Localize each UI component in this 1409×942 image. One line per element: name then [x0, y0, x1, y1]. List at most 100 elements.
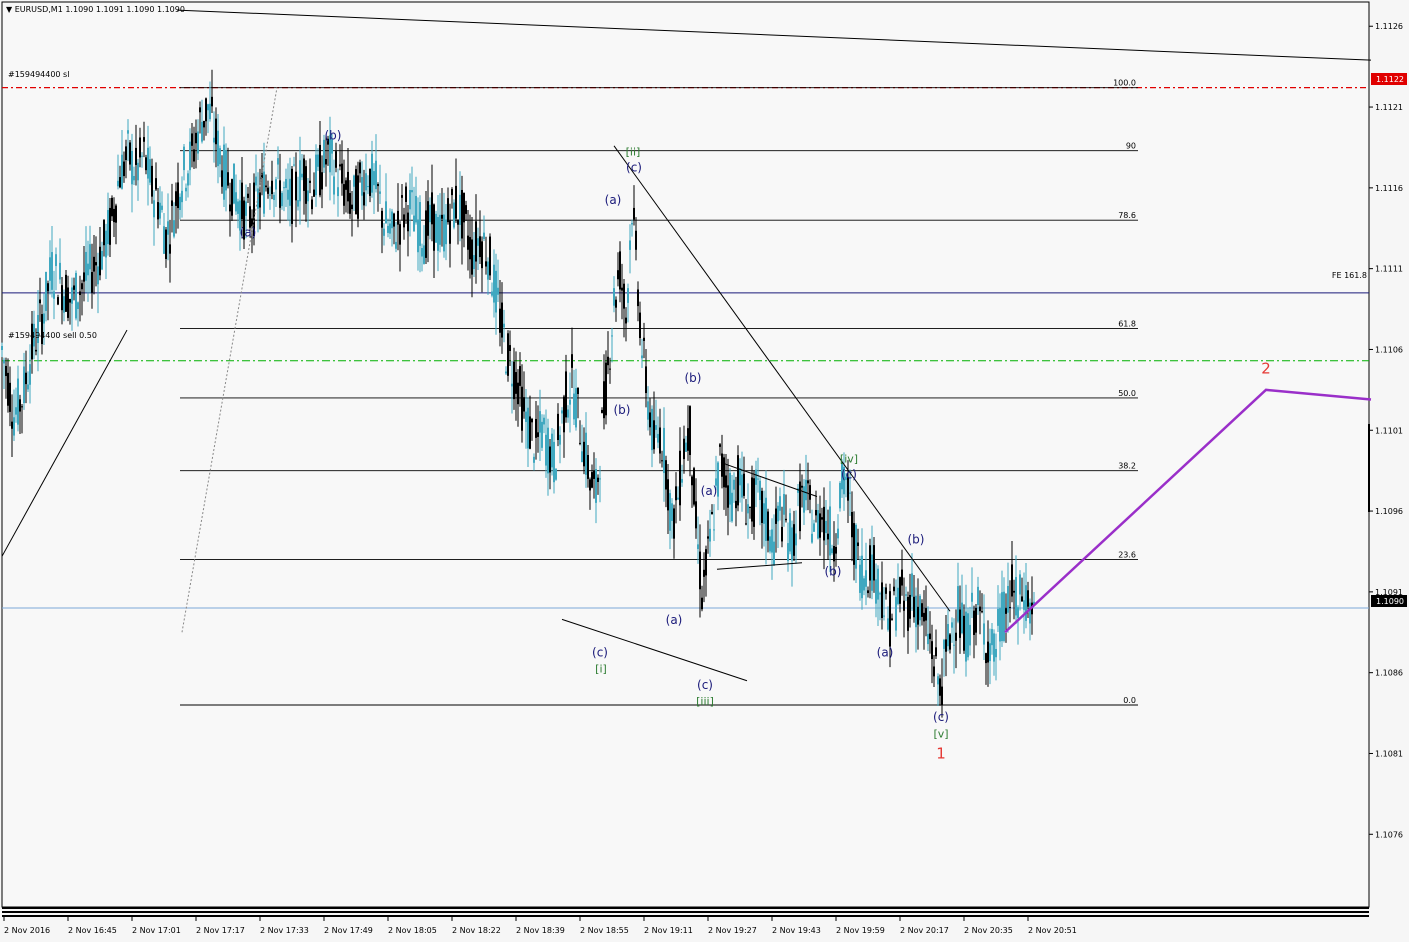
candle-body-127: [255, 176, 257, 186]
candle-body-386: [773, 541, 775, 566]
candle-body-369: [739, 468, 741, 486]
candle-body-225: [451, 189, 453, 196]
x-tick-label-16: 2 Nov 20:51: [1028, 926, 1077, 935]
candle-body-425: [851, 511, 853, 538]
candle-body-332: [665, 460, 667, 490]
candle-body-411: [823, 506, 825, 541]
candle-body-494: [989, 643, 991, 662]
candle-body-323: [647, 401, 649, 420]
candle-body-333: [667, 479, 669, 511]
fib-label-6: 23.6: [1118, 551, 1136, 560]
candle-body-426: [853, 523, 855, 565]
candle-body-84: [169, 244, 171, 254]
candle-body-258: [517, 382, 519, 405]
chart-root: 100.0 90 78.6 61.8 50.0 38.2 23.6 0.0 (b) (a) (c) (…: [0, 0, 1409, 942]
candle-body-197: [395, 241, 397, 249]
candle-body-351: [703, 569, 705, 577]
candle-body-330: [661, 460, 663, 462]
candle-body-223: [447, 198, 449, 223]
candle-body-365: [731, 492, 733, 522]
candle-body-0: [1, 346, 3, 350]
x-tick-label-4: 2 Nov 17:33: [260, 926, 309, 935]
candle-body-412: [825, 520, 827, 534]
candle-body-298: [597, 477, 599, 482]
candle-body-13: [27, 384, 29, 390]
candle-body-350: [701, 597, 703, 610]
candle-body-178: [357, 175, 359, 219]
candle-body-102: [205, 98, 207, 122]
wave-label-blue-9: (b): [908, 532, 925, 546]
candle-body-449: [899, 577, 901, 604]
price-chart[interactable]: 100.0 90 78.6 61.8 50.0 38.2 23.6 0.0 (b) (a) (c) (…: [0, 0, 1409, 942]
candle-body-41: [83, 272, 85, 282]
candle-body-43: [87, 263, 89, 276]
candle-body-175: [351, 204, 353, 210]
x-tick-label-3: 2 Nov 17:17: [196, 926, 245, 935]
candle-body-157: [315, 154, 317, 196]
candle-body-280: [561, 410, 563, 414]
candle-body-9: [19, 399, 21, 412]
candle-body-250: [501, 302, 503, 338]
candle-body-110: [221, 170, 223, 187]
candle-body-482: [965, 611, 967, 662]
candle-body-286: [573, 393, 575, 420]
candle-body-49: [99, 246, 101, 276]
candle-body-2: [5, 365, 7, 377]
candle-body-400: [801, 485, 803, 488]
candle-body-115: [231, 179, 233, 216]
candle-body-62: [125, 146, 127, 161]
candle-body-74: [149, 159, 151, 183]
candle-body-136: [273, 194, 275, 201]
candle-body-484: [969, 624, 971, 646]
plot-frame: [1, 1, 1370, 908]
candle-body-69: [139, 137, 141, 158]
candle-body-237: [475, 221, 477, 262]
candle-body-201: [403, 214, 405, 228]
candle-body-501: [1003, 591, 1005, 641]
candle-body-7: [15, 407, 17, 415]
candle-body-495: [991, 629, 993, 646]
candle-body-187: [375, 160, 377, 190]
candle-body-313: [627, 288, 629, 303]
wave-label-blue-4: (b): [685, 371, 702, 385]
candle-body-409: [819, 513, 821, 538]
candle-body-481: [963, 615, 965, 651]
candle-body-359: [719, 444, 721, 447]
candle-body-259: [519, 366, 521, 386]
candle-body-141: [283, 187, 285, 189]
x-tick-label-5: 2 Nov 17:49: [324, 926, 373, 935]
candle-body-39: [79, 291, 81, 295]
candle-body-320: [641, 355, 643, 359]
candle-body-264: [529, 416, 531, 449]
candle-body-451: [903, 600, 905, 611]
candle-body-304: [609, 368, 611, 370]
candle-body-239: [479, 236, 481, 258]
candle-body-1: [3, 359, 5, 364]
candle-body-195: [391, 211, 393, 229]
candle-body-145: [291, 168, 293, 224]
candle-body-106: [213, 137, 215, 143]
current-price-tag-text: 1.1090: [1376, 597, 1404, 606]
candle-body-460: [921, 603, 923, 617]
candle-body-85: [171, 200, 173, 206]
candle-body-240: [481, 241, 483, 269]
candle-body-150: [301, 173, 303, 178]
wave-label-blue-7: (c): [841, 468, 857, 482]
fib-label-5: 38.2: [1118, 462, 1136, 471]
candle-body-507: [1015, 577, 1017, 616]
candle-body-111: [223, 144, 225, 200]
dropdown-triangle-icon[interactable]: ▼: [6, 5, 13, 14]
wave-label-green-4: [v]: [933, 727, 948, 740]
candle-body-191: [383, 228, 385, 236]
candle-body-35: [71, 287, 73, 304]
candle-body-454: [909, 594, 911, 619]
candle-body-241: [483, 232, 485, 240]
x-tick-label-10: 2 Nov 19:11: [644, 926, 693, 935]
candle-body-243: [487, 261, 489, 280]
wave-label-blue-6: (a): [701, 484, 718, 498]
candle-body-289: [579, 442, 581, 444]
candle-body-353: [707, 536, 709, 539]
fib-label-2: 78.6: [1118, 211, 1136, 220]
candle-body-244: [489, 236, 491, 276]
scroll-band-2: [2, 911, 1369, 913]
